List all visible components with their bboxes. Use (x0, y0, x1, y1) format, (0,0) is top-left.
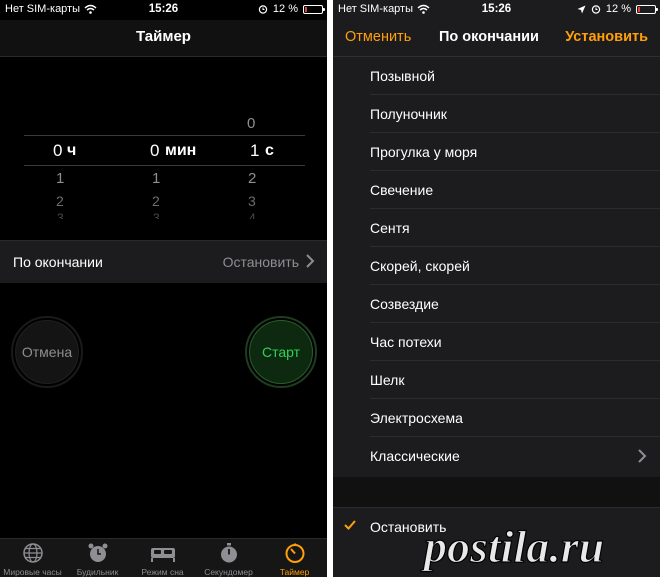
nav-bar: Отменить По окончании Установить (333, 20, 660, 57)
alarm-icon (258, 5, 268, 14)
bed-icon (150, 548, 175, 562)
list-item[interactable]: Электросхема (333, 399, 660, 437)
duration-picker[interactable]: 0 ч 1 2 3 0 мин 1 2 3 0 1 с 2 3 4 (0, 57, 327, 240)
sound-name: Час потехи (370, 334, 442, 350)
page-title: По окончании (439, 29, 539, 45)
sound-name: Электросхема (370, 410, 463, 426)
minutes-unit: мин (165, 142, 197, 159)
list-item[interactable]: Полуночник (333, 95, 660, 133)
tab-label: Мировые часы (3, 567, 62, 577)
tab-label: Режим сна (141, 567, 184, 577)
set-button[interactable]: Установить (565, 29, 648, 45)
tab-timer[interactable]: Таймер (262, 539, 327, 577)
seconds-prev: 0 (247, 115, 256, 132)
sound-name: Классические (370, 448, 460, 464)
sound-name: Шелк (370, 372, 405, 388)
picker-selection-bottom (24, 165, 305, 166)
sound-name: Позывной (370, 68, 435, 84)
alarm-icon (591, 5, 601, 14)
minutes-next-1: 1 (152, 170, 161, 187)
chevron-right-icon (638, 449, 647, 463)
svg-text:postila.ru: postila.ru (420, 521, 604, 572)
timer-controls: Отмена Старт (0, 283, 327, 538)
tab-stopwatch[interactable]: Секундомер (196, 539, 261, 577)
when-done-label: По окончании (13, 254, 103, 270)
location-arrow-icon (577, 5, 586, 13)
battery-percent: 12 % (272, 3, 298, 15)
minutes-value: 0 (150, 141, 160, 160)
tab-bar: Мировые часы Будильник Режим сна Секундо… (0, 538, 327, 577)
seconds-next-3: 4 (249, 211, 256, 219)
postila-watermark-logo: postila.ru (420, 520, 605, 572)
minutes-next-2: 2 (152, 193, 160, 209)
hours-next-1: 1 (56, 170, 65, 187)
cancel-button[interactable]: Отмена (11, 316, 83, 388)
sound-list: Позывной Полуночник Прогулка у моря Свеч… (333, 57, 660, 475)
sound-name: Свечение (370, 182, 434, 198)
start-button[interactable]: Старт (245, 316, 317, 388)
battery-icon (636, 4, 658, 14)
list-item-classic[interactable]: Классические (333, 437, 660, 475)
alarm-clock-icon (88, 543, 107, 562)
timer-icon (285, 543, 304, 563)
stopwatch-icon (220, 543, 237, 563)
hours-next-3: 3 (57, 211, 64, 219)
picker-selection-top (24, 135, 305, 136)
chevron-right-icon (306, 254, 315, 268)
start-button-label: Старт (261, 344, 301, 360)
tab-alarm[interactable]: Будильник (65, 539, 130, 577)
globe-icon (22, 543, 43, 563)
cancel-nav-button[interactable]: Отменить (345, 29, 411, 45)
when-done-value: Остановить (222, 254, 299, 270)
minutes-next-3: 3 (153, 211, 160, 219)
seconds-next-2: 3 (248, 193, 256, 209)
page-title: Таймер (136, 28, 191, 45)
seconds-value: 1 (250, 141, 260, 160)
list-item[interactable]: Шелк (333, 361, 660, 399)
timer-screen: Нет SIM-карты 15:26 12 % Таймер 0 ч 1 2 … (0, 0, 327, 577)
checkmark-icon (344, 520, 356, 530)
list-item[interactable]: Позывной (333, 57, 660, 95)
list-item[interactable]: Час потехи (333, 323, 660, 361)
when-done-screen: Нет SIM-карты 15:26 12 % Отменить По око… (333, 0, 660, 577)
when-done-row[interactable]: По окончании Остановить (0, 240, 327, 284)
hours-unit: ч (67, 142, 77, 159)
seconds-unit: с (265, 142, 274, 159)
list-item[interactable]: Сентя (333, 209, 660, 247)
sound-name: Созвездие (370, 296, 439, 312)
nav-bar: Таймер (0, 20, 327, 57)
sound-name: Скорей, скорей (370, 258, 470, 274)
sound-name: Полуночник (370, 106, 447, 122)
list-item[interactable]: Прогулка у моря (333, 133, 660, 171)
list-item[interactable]: Созвездие (333, 285, 660, 323)
tab-bedtime[interactable]: Режим сна (130, 539, 195, 577)
tab-label: Таймер (279, 567, 310, 577)
cancel-button-label: Отмена (21, 344, 73, 360)
battery-percent: 12 % (605, 3, 631, 15)
status-bar: Нет SIM-карты 15:26 12 % (0, 0, 327, 20)
battery-icon (303, 4, 325, 14)
status-bar: Нет SIM-карты 15:26 12 % (333, 0, 660, 20)
hours-next-2: 2 (56, 193, 64, 209)
tab-world-clock[interactable]: Мировые часы (0, 539, 65, 577)
sound-name: Сентя (370, 220, 410, 236)
tab-label: Будильник (76, 567, 119, 577)
seconds-next-1: 2 (248, 170, 257, 187)
hours-value: 0 (53, 141, 63, 160)
list-item[interactable]: Скорей, скорей (333, 247, 660, 285)
sound-name: Прогулка у моря (370, 144, 478, 160)
tab-label: Секундомер (204, 567, 253, 577)
list-item[interactable]: Свечение (333, 171, 660, 209)
